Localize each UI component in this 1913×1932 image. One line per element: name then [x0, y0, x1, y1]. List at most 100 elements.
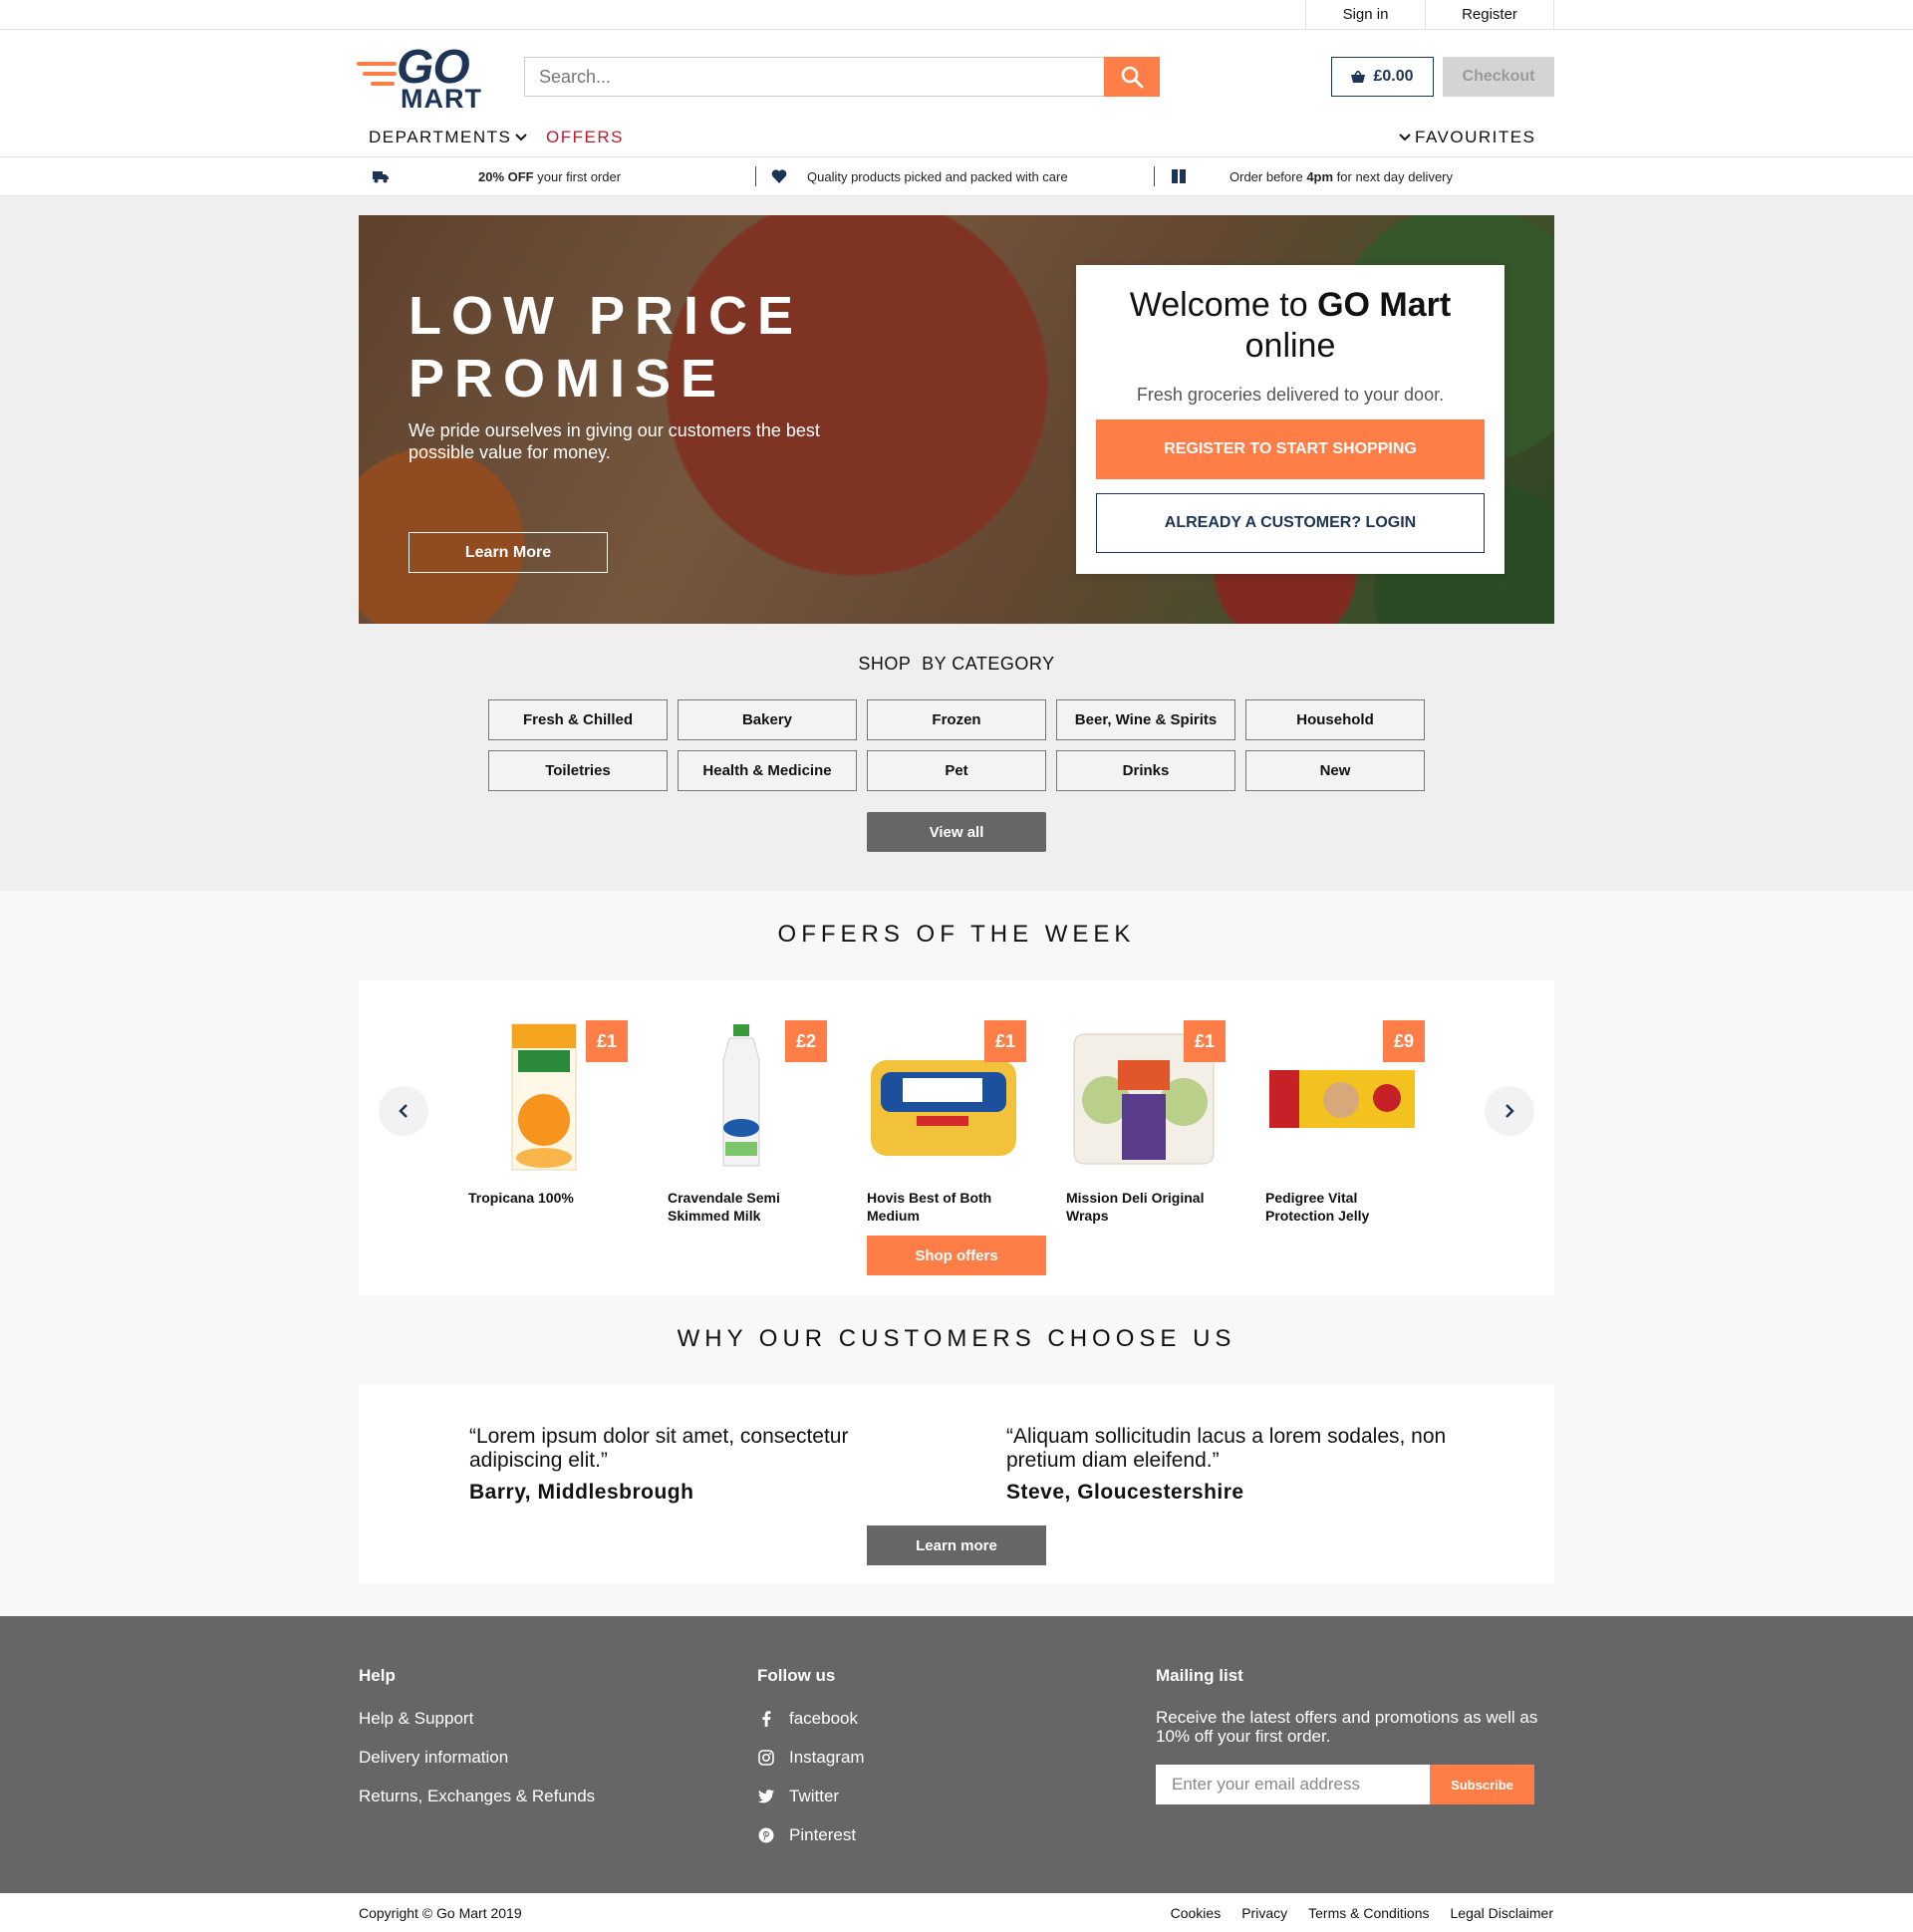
legal-disclaimer-link[interactable]: Legal Disclaimer [1451, 1905, 1553, 1921]
welcome-title-brand: GO Mart [1317, 286, 1452, 324]
category-health-medicine[interactable]: Health & Medicine [678, 750, 857, 791]
testimonials-title: WHY OUR CUSTOMERS CHOOSE US [677, 1325, 1236, 1352]
usp-discount: 20% OFF your first order [478, 167, 621, 187]
category-household[interactable]: Household [1245, 699, 1425, 740]
product-name: Tropicana 100% [468, 1190, 574, 1206]
usp-quality: Quality products picked and packed with … [807, 169, 1068, 184]
footer-link-pinterest[interactable]: Pinterest [757, 1824, 865, 1846]
footer-link-facebook-label: facebook [789, 1709, 858, 1728]
search-button[interactable] [1104, 57, 1160, 97]
price-badge: £9 [1383, 1020, 1425, 1062]
hero-title-line: PROMISE [409, 349, 727, 409]
category-beer-wine-spirits[interactable]: Beer, Wine & Spirits [1056, 699, 1235, 740]
shop-offers-button[interactable]: Shop offers [867, 1236, 1046, 1275]
footer-follow-column: Follow us facebook Instagram Twitter Pin… [757, 1666, 865, 1863]
footer-mailing-column: Mailing list Receive the latest offers a… [1156, 1666, 1554, 1804]
copyright-text: Copyright © Go Mart 2019 [359, 1905, 522, 1921]
product-card[interactable]: £2 Cravendale Semi Skimmed Milk [668, 1020, 827, 1225]
usp-delivery-bold: 4pm [1306, 169, 1334, 184]
product-image: £1 [1066, 1020, 1226, 1175]
site-header: GO MART £0.00 Checkout DEPARTMENTS OFFER… [0, 30, 1913, 157]
testimonial-quote: “Lorem ipsum dolor sit amet, consectetur… [469, 1425, 849, 1472]
testimonial-author: Barry, Middlesbrough [469, 1481, 694, 1504]
register-link[interactable]: Register [1425, 0, 1554, 30]
departments-label: DEPARTMENTS [369, 128, 512, 146]
search-icon [1121, 66, 1144, 89]
customer-login-button[interactable]: ALREADY A CUSTOMER? LOGIN [1096, 493, 1485, 553]
logo-speed-line [357, 62, 397, 66]
category-drinks[interactable]: Drinks [1056, 750, 1235, 791]
product-name: Pedigree Vital Protection Jelly [1265, 1190, 1370, 1224]
price-badge: £1 [586, 1020, 628, 1062]
footer-link-twitter-label: Twitter [789, 1787, 840, 1805]
welcome-subtitle: Fresh groceries delivered to your door. [1136, 385, 1445, 405]
checkout-button[interactable]: Checkout [1443, 57, 1554, 97]
footer-heading: Follow us [757, 1666, 836, 1685]
sign-in-link[interactable]: Sign in [1305, 0, 1425, 30]
usp-delivery: Order before 4pm for next day delivery [1230, 167, 1453, 187]
search-bar [524, 57, 1160, 97]
product-card[interactable]: £9 Pedigree Vital Protection Jelly [1265, 1020, 1425, 1225]
testimonials-learn-more-button[interactable]: Learn more [867, 1525, 1046, 1565]
heart-icon [771, 169, 787, 183]
product-image: £9 [1265, 1020, 1425, 1175]
footer-link-pinterest-label: Pinterest [789, 1825, 857, 1844]
category-frozen[interactable]: Frozen [867, 699, 1046, 740]
register-to-shop-button[interactable]: REGISTER TO START SHOPPING [1096, 419, 1485, 479]
carousel-next-button[interactable] [1485, 1086, 1534, 1136]
chevron-right-icon [1505, 1104, 1514, 1118]
category-grid: Fresh & Chilled Bakery Frozen Beer, Wine… [488, 699, 1426, 791]
carousel-prev-button[interactable] [379, 1086, 428, 1136]
usp-discount-bold: 20% OFF [478, 169, 534, 184]
box-icon [1172, 169, 1186, 183]
favourites-menu[interactable]: FAVOURITES [1399, 128, 1535, 147]
footer-link-help-support[interactable]: Help & Support [359, 1708, 595, 1730]
cookies-link[interactable]: Cookies [1171, 1905, 1222, 1921]
subscribe-button[interactable]: Subscribe [1430, 1765, 1534, 1804]
usp-delivery-text: for next day delivery [1333, 169, 1454, 184]
footer-link-instagram-label: Instagram [789, 1748, 865, 1767]
welcome-title-pre: Welcome to [1129, 286, 1318, 324]
footer-link-instagram[interactable]: Instagram [757, 1747, 865, 1769]
testimonials-card: “Lorem ipsum dolor sit amet, consectetur… [359, 1385, 1554, 1584]
offers-nav-link[interactable]: OFFERS [546, 128, 624, 147]
category-bakery[interactable]: Bakery [678, 699, 857, 740]
email-field[interactable] [1156, 1765, 1430, 1804]
chevron-down-icon [515, 134, 528, 141]
search-input[interactable] [524, 57, 1104, 97]
hero-title-line: LOW PRICE [409, 286, 803, 346]
product-name: Hovis Best of Both Medium [867, 1190, 992, 1224]
twitter-icon [757, 1790, 775, 1803]
go-mart-logo[interactable]: GO MART [357, 41, 486, 114]
usp-delivery-pre: Order before [1230, 169, 1307, 184]
footer-heading: Mailing list [1156, 1666, 1243, 1685]
category-pet[interactable]: Pet [867, 750, 1046, 791]
logo-speed-line [363, 72, 397, 76]
footer-link-returns[interactable]: Returns, Exchanges & Refunds [359, 1786, 595, 1807]
category-toiletries[interactable]: Toiletries [488, 750, 668, 791]
privacy-link[interactable]: Privacy [1241, 1905, 1287, 1921]
legal-bar: Copyright © Go Mart 2019 Cookies Privacy… [0, 1893, 1913, 1932]
hero-learn-more-button[interactable]: Learn More [409, 532, 608, 573]
legal-links: Cookies Privacy Terms & Conditions Legal… [1171, 1905, 1553, 1921]
basket-icon [1351, 71, 1366, 83]
footer-link-facebook[interactable]: facebook [757, 1708, 865, 1730]
category-fresh-chilled[interactable]: Fresh & Chilled [488, 699, 668, 740]
offers-carousel: £1 Tropicana 100% £2 Cravendale Semi Ski… [359, 980, 1554, 1295]
category-new[interactable]: New [1245, 750, 1425, 791]
price-badge: £1 [984, 1020, 1026, 1062]
footer-link-delivery[interactable]: Delivery information [359, 1747, 595, 1769]
product-image: £2 [668, 1020, 827, 1175]
product-card[interactable]: £1 Mission Deli Original Wraps [1066, 1020, 1226, 1225]
terms-link[interactable]: Terms & Conditions [1308, 1905, 1429, 1921]
site-footer: Help Help & Support Delivery information… [0, 1616, 1913, 1893]
departments-menu[interactable]: DEPARTMENTS [369, 128, 528, 147]
product-card[interactable]: £1 Tropicana 100% [468, 1020, 628, 1207]
logo-speed-line [371, 82, 395, 86]
product-card[interactable]: £1 Hovis Best of Both Medium [867, 1020, 1026, 1225]
view-all-categories-button[interactable]: View all [867, 812, 1046, 852]
welcome-card: Welcome to GO Mart online Fresh grocerie… [1076, 265, 1504, 574]
footer-link-twitter[interactable]: Twitter [757, 1786, 865, 1807]
basket-button[interactable]: £0.00 [1331, 57, 1434, 97]
footer-help-column: Help Help & Support Delivery information… [359, 1666, 595, 1824]
